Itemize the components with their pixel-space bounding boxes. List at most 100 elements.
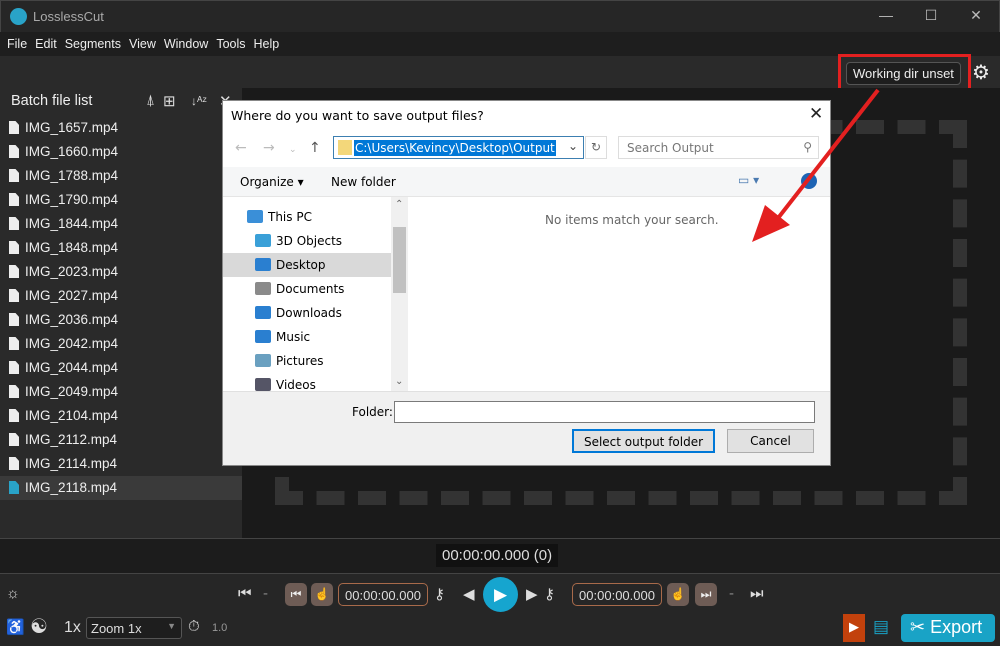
file-list-item[interactable]: IMG_2023.mp4 [0, 260, 242, 284]
tree-item-label: Videos [276, 378, 316, 392]
search-input[interactable]: Search Output ⚲ [618, 136, 819, 159]
file-name: IMG_1657.mp4 [25, 120, 119, 135]
jump-cut-end-button[interactable]: ⏭ [695, 583, 717, 606]
preview-button[interactable]: ▶ [843, 614, 865, 642]
file-list-item[interactable]: IMG_2114.mp4 [0, 452, 242, 476]
tree-item-label: Pictures [276, 354, 324, 368]
settings-icon[interactable]: ☼ [6, 585, 20, 602]
calendar-icon[interactable]: ▤ [873, 617, 889, 637]
address-path[interactable]: C:\Users\Kevincy\Desktop\Output [354, 140, 556, 156]
select-folder-button[interactable]: Select output folder [572, 429, 715, 453]
person-icon[interactable]: ♿ [6, 618, 25, 636]
file-list-item[interactable]: IMG_2049.mp4 [0, 380, 242, 404]
cancel-button[interactable]: Cancel [727, 429, 814, 453]
jump-end-icon[interactable]: ⏭ [750, 585, 764, 602]
settings-gear-icon[interactable]: ⚙ [972, 60, 990, 85]
tree-item[interactable]: 3D Objects [223, 229, 391, 253]
wizard-icon[interactable]: ⍋ [146, 92, 155, 109]
cut-start-time-input[interactable]: 00:00:00.000 [338, 583, 428, 606]
recent-dropdown-icon[interactable]: ⌄ [289, 145, 297, 155]
close-button[interactable]: ✕ [961, 7, 991, 24]
folder-icon [338, 140, 352, 155]
file-list-item[interactable]: IMG_2036.mp4 [0, 308, 242, 332]
tree-item[interactable]: Desktop [223, 253, 391, 277]
dialog-close-button[interactable]: ✕ [809, 104, 823, 124]
next-keyframe-icon[interactable]: ⚷ [544, 585, 555, 603]
view-options-icon[interactable]: ▭ ▾ [738, 173, 759, 187]
export-button[interactable]: ✂ Export [901, 614, 995, 642]
navigation-tree: This PC 3D Objects Desktop Documents Downloa… [223, 197, 411, 392]
separator: - [729, 585, 734, 602]
file-list-item[interactable]: IMG_1788.mp4 [0, 164, 242, 188]
back-icon[interactable]: ← [235, 140, 247, 156]
file-list-item[interactable]: IMG_2044.mp4 [0, 356, 242, 380]
folder-icon [255, 378, 271, 391]
menu-view[interactable]: View [128, 32, 163, 56]
new-folder-button[interactable]: New folder [331, 175, 396, 189]
file-list-item[interactable]: IMG_1790.mp4 [0, 188, 242, 212]
file-list-item[interactable]: IMG_1657.mp4 [0, 116, 242, 140]
cut-end-time-input[interactable]: 00:00:00.000 [572, 583, 662, 606]
menu-tools[interactable]: Tools [215, 32, 252, 56]
keyframe-icon[interactable]: ⚷ [434, 585, 445, 603]
maximize-button[interactable]: ☐ [916, 7, 946, 24]
forward-icon[interactable]: → [263, 140, 275, 156]
file-list-item[interactable]: IMG_2104.mp4 [0, 404, 242, 428]
set-cut-end-button[interactable]: ☝ [667, 583, 689, 606]
file-icon [9, 121, 19, 134]
play-button[interactable]: ▶ [483, 577, 518, 612]
chevron-down-icon[interactable]: ⌄ [568, 139, 578, 153]
file-name: IMG_1788.mp4 [25, 168, 119, 183]
speed-label[interactable]: 1x [64, 619, 81, 637]
search-placeholder: Search Output [627, 141, 714, 155]
file-list-item[interactable]: IMG_2042.mp4 [0, 332, 242, 356]
file-name: IMG_2036.mp4 [25, 312, 119, 327]
tree-item[interactable]: Documents [223, 277, 391, 301]
menu-edit[interactable]: Edit [34, 32, 64, 56]
scroll-up-icon[interactable]: ⌃ [395, 199, 403, 210]
tree-item[interactable]: This PC [223, 205, 391, 229]
sort-icon[interactable]: ↓ᴬᶻ [191, 94, 207, 108]
merge-icon[interactable]: ⊞ [163, 92, 176, 110]
minimize-button[interactable]: — [871, 7, 901, 23]
timer-icon[interactable]: ⏱ [188, 618, 200, 635]
menu-help[interactable]: Help [253, 32, 287, 56]
up-icon[interactable]: ↑ [309, 140, 321, 156]
prev-frame-icon[interactable]: ◀ [463, 585, 475, 603]
search-icon: ⚲ [803, 140, 812, 154]
address-bar[interactable]: C:\Users\Kevincy\Desktop\Output ⌄ [333, 136, 584, 159]
file-icon [9, 169, 19, 182]
file-list-item[interactable]: IMG_2112.mp4 [0, 428, 242, 452]
tree-item[interactable]: Downloads [223, 301, 391, 325]
menu-file[interactable]: File [6, 32, 34, 56]
file-list-item[interactable]: IMG_2118.mp4 [0, 476, 242, 500]
scrollbar-thumb[interactable] [393, 227, 406, 293]
jump-cut-start-button[interactable]: ⏮ [285, 583, 307, 606]
file-list-item[interactable]: IMG_2027.mp4 [0, 284, 242, 308]
next-frame-icon[interactable]: ▶ [526, 585, 538, 603]
scroll-down-icon[interactable]: ⌄ [395, 376, 403, 387]
app-logo-icon [10, 8, 27, 25]
tree-item-label: Documents [276, 282, 345, 296]
file-list-item[interactable]: IMG_1660.mp4 [0, 140, 242, 164]
refresh-button[interactable]: ↻ [585, 136, 607, 159]
folder-icon [255, 354, 271, 367]
export-label: Export [930, 617, 983, 637]
file-list-item[interactable]: IMG_1844.mp4 [0, 212, 242, 236]
tree-item[interactable]: Pictures [223, 349, 391, 373]
menu-segments[interactable]: Segments [64, 32, 128, 56]
organize-button[interactable]: Organize ▾ [240, 175, 304, 189]
jump-start-icon[interactable]: ⏮ [238, 585, 252, 602]
help-icon[interactable] [801, 173, 817, 189]
set-cut-start-button[interactable]: ☝ [311, 583, 333, 606]
file-name: IMG_2112.mp4 [25, 432, 118, 447]
file-icon [9, 217, 19, 230]
menu-window[interactable]: Window [163, 32, 215, 56]
zoom-select[interactable]: Zoom 1x ▼ [86, 617, 182, 639]
file-name: IMG_2049.mp4 [25, 384, 119, 399]
folder-input[interactable] [394, 401, 815, 423]
file-list-item[interactable]: IMG_1848.mp4 [0, 236, 242, 260]
tree-item[interactable]: Music [223, 325, 391, 349]
yin-yang-icon[interactable]: ☯ [30, 614, 48, 639]
tree-item-label: This PC [268, 210, 312, 224]
